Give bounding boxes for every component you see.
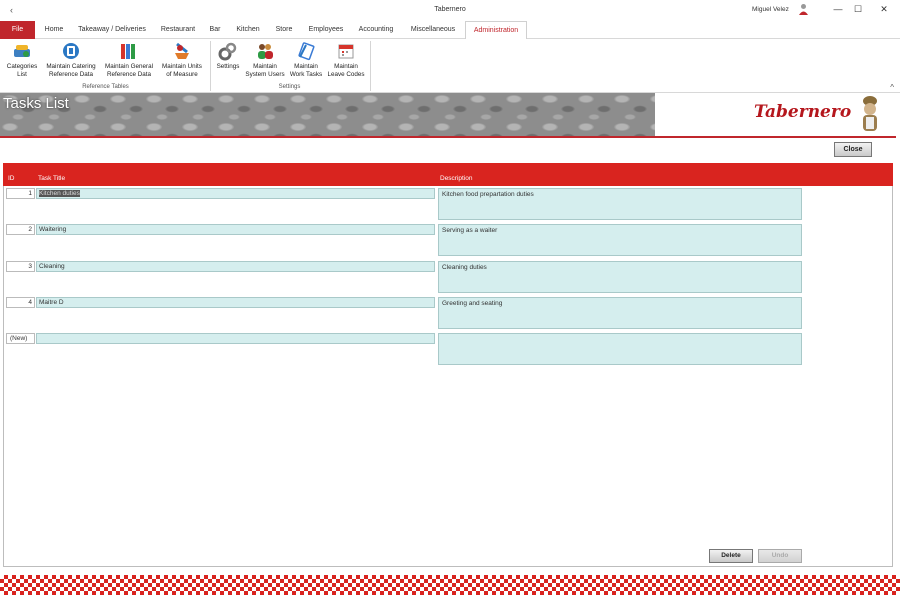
checkered-footer [0,575,900,595]
units-icon [175,42,189,59]
task-id-field[interactable]: 2 [6,224,35,235]
tab-store[interactable]: Store [271,21,297,39]
task-description-field[interactable]: Greeting and seating [438,297,802,329]
categories-list-button[interactable]: Categories List [4,41,40,79]
tab-file[interactable]: File [0,21,35,39]
task-id-field[interactable]: 4 [6,297,35,308]
settings-group-label: Settings [278,84,301,90]
tab-home[interactable]: Home [39,21,69,39]
tab-restaurant[interactable]: Restaurant [156,21,200,39]
work-tasks-button[interactable]: Maintain Work Tasks [287,41,325,79]
general-reference-button[interactable]: Maintain General Reference Data [101,41,157,79]
minimize-button[interactable]: — [830,3,846,15]
tab-bar[interactable]: Bar [205,21,225,39]
page-title: Tasks List [3,95,69,112]
new-task-description-field[interactable] [438,333,802,365]
catering-data-icon [63,43,79,59]
task-id-field[interactable]: 3 [6,261,35,272]
chef-logo-icon [863,96,877,131]
task-title-field[interactable]: Cleaning [36,261,435,272]
user-avatar-icon[interactable] [798,3,809,15]
system-users-button[interactable]: Maintain System Users [244,41,286,79]
task-id-field[interactable]: 1 [6,188,35,199]
users-icon [258,44,273,59]
task-title-field[interactable]: Kitchen duties [36,188,435,199]
task-description-field[interactable]: Serving as a waiter [438,224,802,256]
title-bar: ‹ Tabernero Miguel Velez — ☐ ✕ [0,0,900,20]
settings-icon [218,42,237,61]
ribbon-tabs: File Home Takeaway / Deliveries Restaura… [0,21,900,40]
new-task-title-field[interactable] [36,333,435,344]
leave-codes-button[interactable]: Maintain Leave Codes [326,41,366,79]
tab-miscellaneous[interactable]: Miscellaneous [405,21,461,39]
ribbon-separator [370,41,371,91]
settings-button[interactable]: Settings [213,41,243,71]
header-description: Description [440,175,473,182]
reference-tables-group-label: Reference Tables [82,84,129,90]
general-data-icon [121,44,135,59]
tab-accounting[interactable]: Accounting [354,21,398,39]
task-title-field[interactable]: Waitering [36,224,435,235]
tab-employees[interactable]: Employees [304,21,348,39]
ribbon-separator [210,41,211,91]
units-of-measure-button[interactable]: Maintain Units of Measure [157,41,207,79]
tab-administration[interactable]: Administration [465,21,527,40]
task-description-field[interactable]: Cleaning duties [438,261,802,293]
tasks-icon [298,42,315,61]
task-title-field[interactable]: Maitre D [36,297,435,308]
collapse-ribbon-icon[interactable]: ^ [890,83,894,92]
maximize-button[interactable]: ☐ [850,3,866,15]
app-logo: Tabernero [754,102,852,122]
calendar-icon [338,44,354,59]
user-name: Miguel Velez [752,6,789,13]
ribbon-panel: Categories List Maintain Catering Refere… [0,39,900,93]
page-banner: Tasks List Tabernero [0,93,896,138]
header-task-title: Task Title [38,175,66,182]
stone-wall-image [0,93,655,136]
task-description-field[interactable]: Kitchen food prepartation duties [438,188,802,220]
close-button[interactable]: Close [834,142,872,157]
tab-kitchen[interactable]: Kitchen [232,21,264,39]
categories-icon [14,45,30,57]
header-id: ID [8,175,15,182]
new-record-id-field[interactable]: (New) [6,333,35,344]
delete-button[interactable]: Delete [709,549,753,563]
close-window-button[interactable]: ✕ [876,3,892,15]
tab-takeaway[interactable]: Takeaway / Deliveries [75,21,149,39]
undo-button[interactable]: Undo [758,549,802,563]
catering-reference-button[interactable]: Maintain Catering Reference Data [41,41,101,79]
